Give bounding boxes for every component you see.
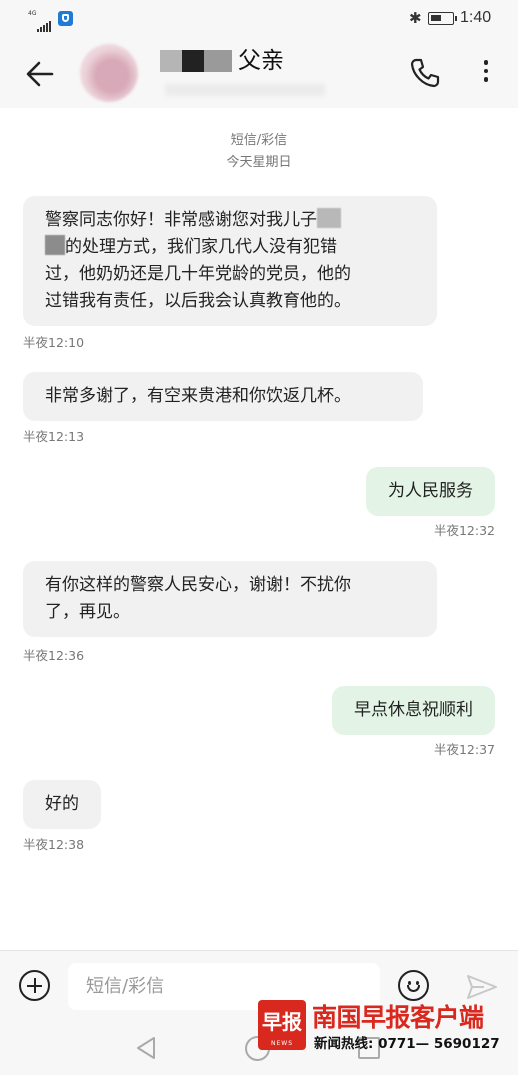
contact-name: 父亲 xyxy=(238,48,284,74)
message-timestamp: 半夜12:37 xyxy=(433,742,495,757)
nav-back-icon[interactable] xyxy=(135,1036,157,1060)
phone-icon[interactable] xyxy=(408,56,442,90)
message-timestamp: 半夜12:10 xyxy=(23,335,85,350)
avatar[interactable] xyxy=(80,44,138,102)
redacted-block xyxy=(182,50,204,72)
message-text: 有你这样的警察人民安心，谢谢！不扰你 xyxy=(45,575,351,595)
watermark-name: 南国早报客户端 xyxy=(312,1003,484,1032)
message-text: 的处理方式，我们家几代人没有犯错 xyxy=(65,237,337,257)
message-timestamp: 半夜12:32 xyxy=(433,523,495,538)
blurred-phone-number xyxy=(165,84,325,96)
message-bubble-outgoing[interactable]: 早点休息祝顺利 xyxy=(332,686,495,735)
redacted-block xyxy=(45,235,65,255)
message-timestamp: 半夜12:36 xyxy=(23,648,85,663)
channel-label: 短信/彩信 xyxy=(230,133,288,148)
status-time: 1:40 xyxy=(460,9,492,26)
contact-title[interactable]: 父亲 xyxy=(160,46,284,76)
message-text: 为人民服务 xyxy=(388,481,473,501)
cellular-signal-icon: 4G xyxy=(28,10,54,32)
redacted-block xyxy=(204,50,232,72)
redacted-block xyxy=(160,50,182,72)
date-label: 今天星期日 xyxy=(226,155,292,170)
smiley-icon[interactable] xyxy=(398,970,429,1001)
logo-sub: NEWS xyxy=(270,1040,294,1047)
logo-text: 早报 xyxy=(262,1010,302,1034)
message-bubble-incoming[interactable]: 好的 xyxy=(23,780,101,829)
watermark-hotline: 新闻热线: 0771— 5690127 xyxy=(314,1036,500,1052)
arrow-left-icon[interactable] xyxy=(22,56,58,92)
message-timestamp: 半夜12:38 xyxy=(23,837,85,852)
conversation-header: 父亲 xyxy=(0,38,518,108)
message-text: 早点休息祝顺利 xyxy=(354,700,473,720)
message-bubble-incoming[interactable]: 非常多谢了，有空来贵港和你饮返几杯。 xyxy=(23,372,423,421)
message-text: 警察同志你好！非常感谢您对我儿子 xyxy=(45,210,317,230)
news-watermark: 早报 NEWS 南国早报客户端 新闻热线: 0771— 5690127 xyxy=(258,1000,508,1056)
message-timestamp: 半夜12:13 xyxy=(23,429,85,444)
conversation-date-header: 短信/彩信 今天星期日 xyxy=(0,130,518,174)
bluetooth-icon: ✱ xyxy=(409,9,422,27)
redacted-block xyxy=(317,208,341,228)
message-bubble-incoming[interactable]: 警察同志你好！非常感谢您对我儿子 的处理方式，我们家几代人没有犯错 过，他奶奶还… xyxy=(23,196,437,326)
newspaper-logo: 早报 NEWS xyxy=(258,1000,306,1050)
message-text: 过错我有责任，以后我会认真教育他的。 xyxy=(45,291,351,311)
app-notification-icon xyxy=(58,11,73,26)
network-type: 4G xyxy=(28,10,37,17)
plus-circle-icon[interactable] xyxy=(19,970,50,1001)
message-bubble-incoming[interactable]: 有你这样的警察人民安心，谢谢！不扰你 了，再见。 xyxy=(23,561,437,637)
more-vertical-icon[interactable] xyxy=(476,56,496,90)
message-text: 非常多谢了，有空来贵港和你饮返几杯。 xyxy=(45,386,351,406)
message-text: 好的 xyxy=(45,794,79,814)
send-icon[interactable] xyxy=(466,973,498,1001)
battery-icon xyxy=(428,12,457,25)
message-bubble-outgoing[interactable]: 为人民服务 xyxy=(366,467,495,516)
status-bar: 4G ✱ 1:40 xyxy=(0,0,518,38)
message-text: 了，再见。 xyxy=(45,602,130,622)
message-text: 过，他奶奶还是几十年党龄的党员，他的 xyxy=(45,264,351,284)
